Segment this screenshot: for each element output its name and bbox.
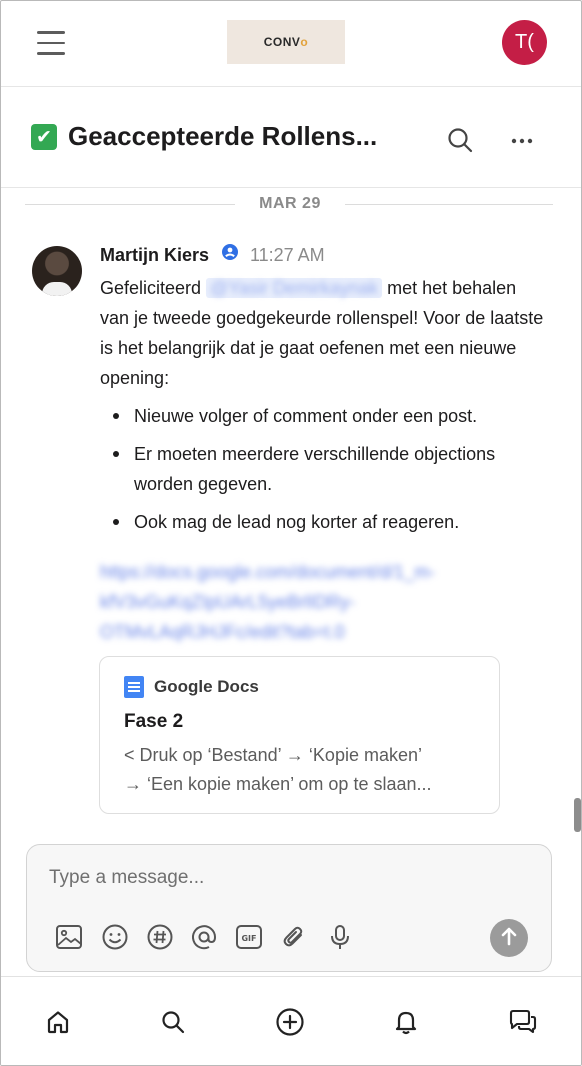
link-preview-card[interactable]: Google Docs Fase 2 < Druk op ‘Bestand’ →… — [99, 656, 500, 814]
list-item: Er moeten meerdere verschillende objecti… — [100, 439, 550, 499]
bullet-text: Nieuwe volger of comment onder een post. — [134, 406, 478, 426]
scrollbar-thumb[interactable] — [574, 798, 581, 832]
attachment-icon[interactable] — [279, 922, 309, 952]
preview-description-line: → ‘Een kopie maken’ om op te slaan... — [124, 774, 432, 794]
check-mark-icon: ✔ — [31, 124, 57, 150]
notifications-icon[interactable] — [391, 1007, 421, 1037]
preview-description-line: < Druk op ‘Bestand’ → ‘Kopie maken’ — [124, 745, 422, 765]
verified-badge-icon — [221, 243, 239, 266]
send-button[interactable] — [490, 919, 528, 957]
author-name[interactable]: Martijn Kiers — [100, 245, 209, 265]
search-icon[interactable] — [446, 126, 474, 159]
logo-accent: o — [300, 35, 309, 49]
messages-icon[interactable] — [508, 1007, 538, 1037]
hashtag-icon[interactable] — [145, 922, 175, 952]
date-label: MAR 29 — [259, 195, 321, 212]
search-icon[interactable] — [158, 1007, 188, 1037]
send-arrow-icon — [500, 926, 518, 951]
add-icon[interactable] — [275, 1007, 305, 1037]
preview-title: Fase 2 — [124, 711, 184, 732]
logo-text: CONV — [263, 35, 301, 49]
message-body: Gefeliciteerd @Yasir Demirkaynak met het… — [100, 273, 550, 393]
hamburger-menu-icon[interactable] — [37, 31, 65, 55]
home-icon[interactable] — [43, 1007, 73, 1037]
microphone-icon[interactable] — [325, 922, 355, 952]
document-link[interactable]: https://docs.google.com/document/d/1_m-k… — [100, 557, 520, 647]
channel-title[interactable]: Geaccepteerde Rollens... — [68, 121, 377, 152]
list-item: Nieuwe volger of comment onder een post. — [100, 401, 550, 431]
channel-header: ✔ Geaccepteerde Rollens... — [1, 88, 581, 188]
list-item: Ook mag de lead nog korter af reageren. — [100, 507, 550, 537]
message-header: Martijn Kiers 11:27 AM — [100, 243, 325, 266]
date-divider: MAR 29 — [25, 194, 553, 214]
bottom-navigation — [1, 976, 581, 1065]
message-time: 11:27 AM — [249, 245, 325, 265]
google-docs-icon — [124, 676, 144, 698]
bullet-text: Ook mag de lead nog korter af reageren. — [134, 512, 460, 532]
top-bar: CONV o T( — [1, 1, 581, 87]
image-icon[interactable] — [54, 922, 84, 952]
user-mention[interactable]: @Yasir Demirkaynak — [210, 278, 378, 298]
app-frame: CONV o T( ✔ Geaccepteerde Rollens... MAR … — [0, 0, 582, 1066]
greeting-text: Gefeliciteerd — [100, 278, 202, 298]
preview-source: Google Docs — [154, 677, 259, 696]
preview-description: < Druk op ‘Bestand’ → ‘Kopie maken’ → ‘E… — [124, 741, 484, 799]
message-input[interactable] — [49, 863, 529, 893]
user-avatar[interactable]: T( — [502, 20, 547, 65]
author-avatar[interactable] — [32, 246, 82, 296]
message-composer: GIF — [26, 844, 552, 972]
bullet-text: Er moeten meerdere verschillende objecti… — [134, 444, 496, 494]
emoji-icon[interactable] — [100, 922, 130, 952]
bullet-list: Nieuwe volger of comment onder een post.… — [100, 401, 550, 545]
svg-text:GIF: GIF — [241, 934, 256, 943]
app-logo[interactable]: CONV o — [227, 20, 345, 64]
mention-icon[interactable] — [189, 922, 219, 952]
gif-icon[interactable]: GIF — [234, 922, 264, 952]
more-options-icon[interactable] — [511, 128, 533, 151]
